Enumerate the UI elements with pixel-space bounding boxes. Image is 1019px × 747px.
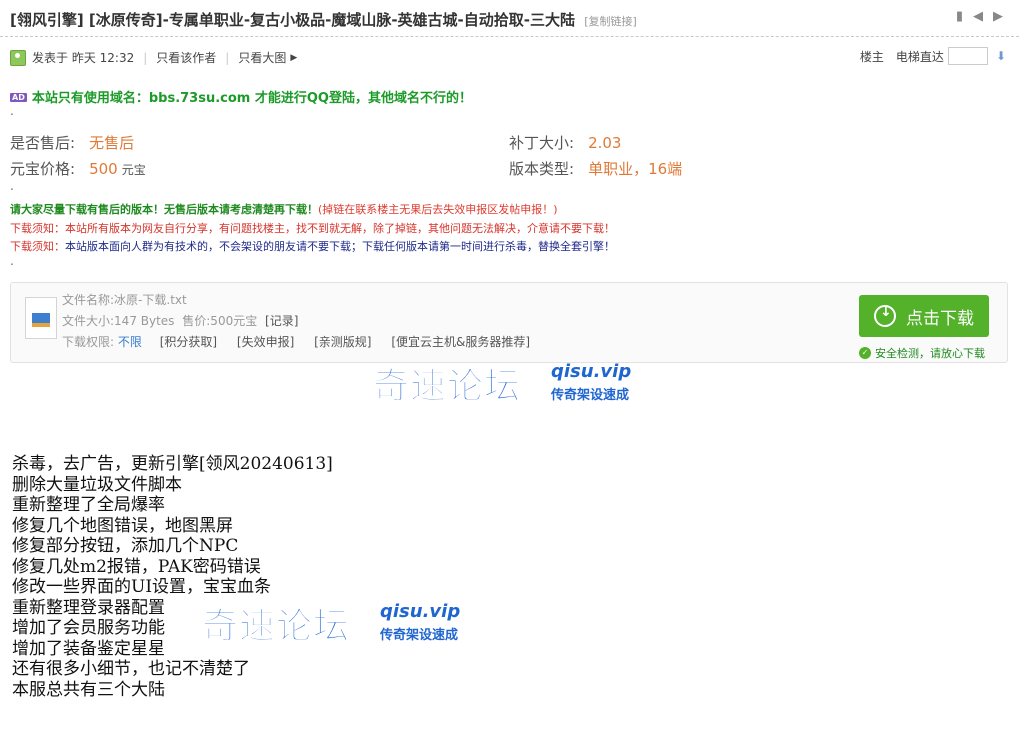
divider: | — [225, 50, 230, 65]
floor-jump-arrow-icon[interactable]: ⬇ — [996, 49, 1006, 63]
changelog-line: 修改一些界面的UI设置，宝宝血条 — [12, 577, 272, 597]
version-type-value: 单职业，16端 — [588, 160, 683, 178]
notice-3-label: 下载须知： — [10, 240, 65, 253]
online-user-icon — [10, 49, 26, 66]
watermark-logo-bottom: 奇速论坛 qisu.vip 传奇架设速成 — [201, 597, 482, 648]
changelog-line: 修复几处m2报错，PAK密码错误 — [12, 556, 261, 577]
notice-line-1: 请大家尽量下载有售后的版本！无售后版本请考虑清楚再下载！(掉链在联系楼主无果后去… — [10, 201, 558, 217]
safety-text: 安全检测，请放心下载 — [875, 347, 985, 360]
post-time: 发表于 昨天 12:32 — [32, 51, 135, 65]
hosting-link[interactable]: [便宜云主机&服务器推荐] — [391, 335, 530, 349]
watermark-cn: 奇速论坛 — [201, 606, 351, 648]
divider: | — [143, 50, 148, 65]
file-size: 文件大小:147 Bytes — [62, 314, 175, 328]
download-button-label: 点击下载 — [906, 308, 974, 329]
changelog: 杀毒，去广告，更新引擎[领风20240613] 删除大量垃圾文件脚本 重新整理了… — [12, 454, 333, 700]
after-sale-label: 是否售后: — [10, 134, 76, 152]
watermark-en: qisu.vip — [551, 361, 632, 382]
record-link[interactable]: [记录] — [265, 314, 298, 328]
rules-link[interactable]: [亲测版规] — [314, 335, 371, 349]
thread-title-text: [翎风引擎] [冰原传奇]-专属单职业-复古小极品-魔域山脉-英雄古城-自动拾取… — [10, 11, 576, 29]
next-thread-icon[interactable]: ▶ — [993, 10, 1003, 24]
watermark-logo-top: 奇速论坛 qisu.vip 传奇架设速成 — [372, 357, 653, 408]
points-link[interactable]: [积分获取] — [160, 335, 217, 349]
watermark-sub: 传奇架设速成 — [551, 388, 630, 403]
report-link[interactable]: [失效申报] — [237, 335, 294, 349]
watermark-cn: 奇速论坛 — [372, 366, 522, 408]
notice-line-3: 下载须知：本站版本面向人群为有技术的，不会架设的朋友请不要下载；下载任何版本请第… — [10, 238, 615, 254]
watermark-sub: 传奇架设速成 — [380, 628, 459, 643]
post-meta: 发表于 昨天 12:32 | 只看该作者 | 只看大图 ▶ 楼主 电梯直达 ⬇ — [10, 47, 1006, 66]
changelog-line: 还有很多小细节，也记不清楚了 — [12, 659, 250, 679]
only-author-link[interactable]: 只看该作者 — [156, 49, 216, 66]
safety-note: ✓ 安全检测，请放心下载 — [859, 345, 985, 361]
thread-title: [翎风引擎] [冰原传奇]-专属单职业-复古小极品-魔域山脉-英雄古城-自动拾取… — [10, 9, 637, 30]
after-sale-value: 无售后 — [89, 134, 135, 152]
title-actions: ▮ ◀ ▶ — [956, 10, 1003, 24]
changelog-line: 删除大量垃圾文件脚本 — [12, 474, 182, 495]
file-name: 文件名称:冰原-下载.txt — [62, 293, 187, 307]
file-size-row: 文件大小:147 Bytes 售价:500元宝 [记录] — [62, 312, 308, 329]
txt-file-icon — [25, 297, 57, 339]
spacer-dot: . — [10, 104, 14, 118]
spacer-dot: . — [10, 179, 14, 193]
print-icon[interactable]: ▮ — [956, 10, 963, 24]
floor-owner-label: 楼主 — [859, 49, 884, 64]
ad-text: 本站只有使用域名：bbs.73su.com 才能进行QQ登陆，其他域名不行的！ — [31, 91, 472, 106]
download-button[interactable]: 点击下载 — [859, 295, 989, 337]
notice-1-main: 请大家尽量下载有售后的版本！无售后版本请考虑清楚再下载！ — [10, 203, 318, 216]
ad-badge: AD — [10, 93, 27, 102]
file-price: 售价:500元宝 — [182, 314, 258, 328]
notice-3-text: 本站版本面向人群为有技术的，不会架设的朋友请不要下载；下载任何版本请第一时间进行… — [65, 240, 615, 253]
changelog-line: 修复几个地图错误，地图黑屏 — [12, 515, 233, 536]
changelog-line: 本服总共有三个大陆 — [12, 679, 165, 700]
price-label: 元宝价格: — [10, 160, 76, 178]
permission-label: 下载权限: — [62, 335, 115, 349]
elevator-label: 电梯直达 — [895, 49, 944, 64]
prev-thread-icon[interactable]: ◀ — [973, 10, 983, 24]
changelog-line: 杀毒，去广告，更新引擎[领风20240613] — [12, 454, 333, 474]
check-icon: ✓ — [859, 347, 871, 359]
spacer-dot: . — [10, 254, 14, 268]
version-type-label: 版本类型: — [509, 160, 575, 178]
price-unit: 元宝 — [121, 163, 146, 177]
price-value: 500 — [89, 160, 118, 178]
watermark-en: qisu.vip — [380, 601, 461, 622]
ad-notice: AD 本站只有使用域名：bbs.73su.com 才能进行QQ登陆，其他域名不行的… — [10, 87, 472, 106]
permission-row: 下载权限: 不限 [积分获取] [失效申报] [亲测版规] [便宜云主机&服务器… — [62, 333, 540, 350]
changelog-line: 重新整理了全局爆率 — [12, 495, 165, 515]
attachment-box: 文件名称:冰原-下载.txt 文件大小:147 Bytes 售价:500元宝 [… — [10, 282, 1008, 363]
notice-1-aside: (掉链在联系楼主无果后去失效申报区发帖申报！) — [318, 203, 558, 216]
caret-right-icon: ▶ — [290, 52, 298, 63]
notice-line-2: 下载须知：本站所有版本为网友自行分享，有问题找楼主，找不到就无解，除了掉链，其他… — [10, 222, 615, 235]
permission-value: 不限 — [117, 335, 142, 349]
patch-size-value: 2.03 — [588, 134, 622, 152]
copy-link[interactable]: [复制链接] — [584, 15, 637, 28]
download-icon — [874, 304, 896, 327]
changelog-line: 修复部分按钮，添加几个NPC — [12, 536, 239, 556]
floor-jump-input[interactable] — [947, 47, 988, 65]
patch-size-label: 补丁大小: — [509, 134, 575, 152]
thread-title-bar: [翎风引擎] [冰原传奇]-专属单职业-复古小极品-魔域山脉-英雄古城-自动拾取… — [0, 0, 1019, 37]
only-big-image-link[interactable]: 只看大图 — [238, 49, 286, 66]
